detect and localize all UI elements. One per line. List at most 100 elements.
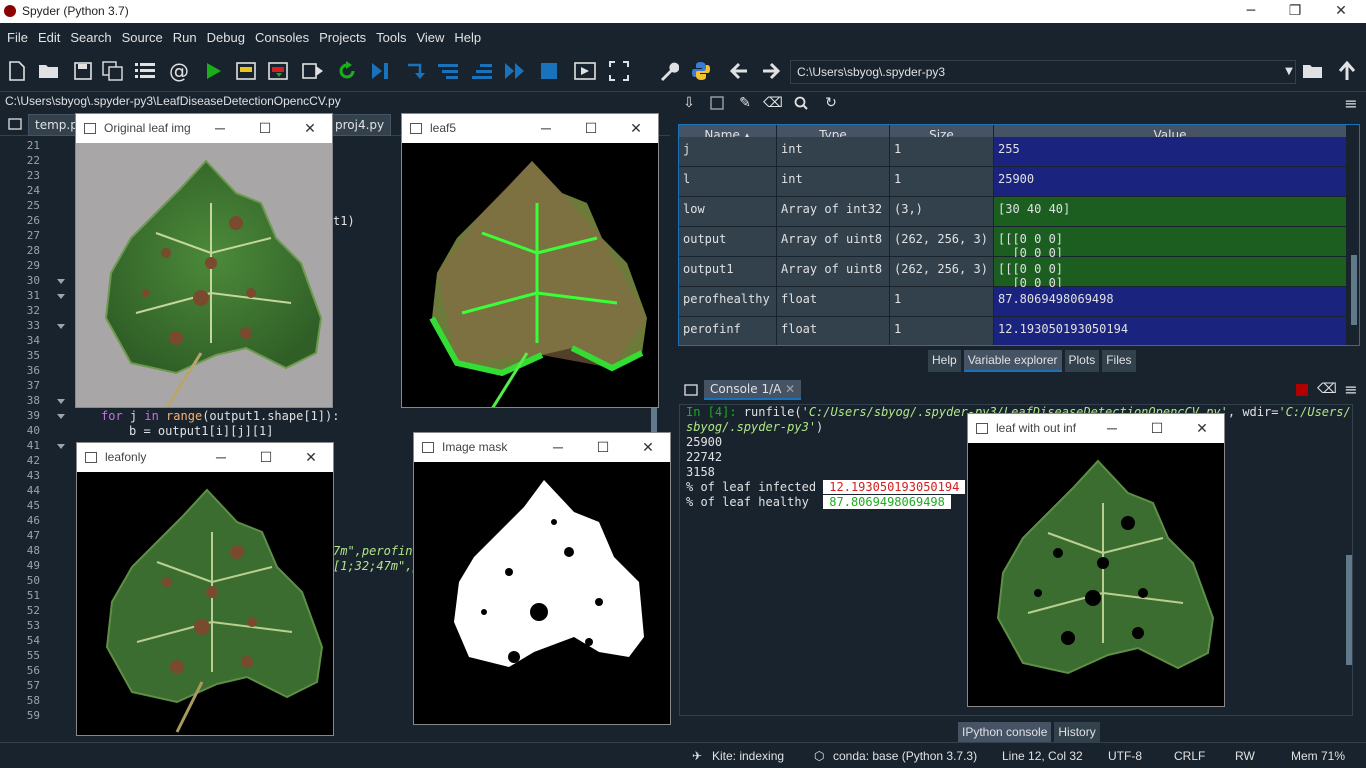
window-original-leaf[interactable]: Original leaf img ─ ☐ ✕: [75, 113, 333, 408]
tab-console-1a[interactable]: Console 1/A ✕: [704, 380, 802, 400]
fold-chevron-icon[interactable]: [57, 324, 65, 329]
save-data-icon[interactable]: [706, 92, 728, 114]
tab-ipython-console[interactable]: IPython console: [958, 722, 1052, 744]
open-file-icon[interactable]: [38, 60, 60, 82]
menu-tools[interactable]: Tools: [371, 30, 411, 45]
minimize-icon[interactable]: ─: [210, 118, 230, 138]
fold-chevron-icon[interactable]: [57, 414, 65, 419]
back-arrow-icon[interactable]: [728, 60, 750, 82]
maximize-icon[interactable]: ☐: [593, 437, 613, 457]
clear-console-icon[interactable]: ⌫: [1316, 378, 1338, 400]
continue-icon[interactable]: [504, 60, 526, 82]
browse-tabs-icon[interactable]: [134, 60, 156, 82]
tab-plots[interactable]: Plots: [1064, 350, 1100, 372]
close-icon[interactable]: ✕: [638, 437, 658, 457]
tab-history[interactable]: History: [1054, 722, 1100, 744]
save-icon[interactable]: [72, 60, 94, 82]
step-return-icon[interactable]: [472, 60, 494, 82]
import-data-icon[interactable]: ⇩: [678, 92, 700, 114]
close-icon[interactable]: ✕: [300, 118, 320, 138]
window-leaf-without-inf[interactable]: leaf with out inf ─ ☐ ✕: [967, 413, 1225, 707]
variable-row[interactable]: low Array of int32 (3,) [30 40 40]: [679, 197, 1347, 227]
variable-table-scrollbar-thumb[interactable]: [1351, 255, 1357, 325]
eraser-icon[interactable]: ⌫: [762, 92, 784, 114]
fold-chevron-icon[interactable]: [57, 444, 65, 449]
debug-icon[interactable]: [370, 60, 392, 82]
menu-source[interactable]: Source: [117, 30, 168, 45]
window-image-mask[interactable]: Image mask ─ ☐ ✕: [413, 432, 671, 725]
tab-variable-explorer[interactable]: Variable explorer: [963, 350, 1062, 372]
minimize-button[interactable]: ─: [1228, 0, 1274, 23]
variable-table-scrollbar[interactable]: [1349, 125, 1359, 345]
browse-directory-icon[interactable]: [1302, 60, 1324, 82]
run-cell-icon[interactable]: [236, 60, 258, 82]
close-icon[interactable]: ✕: [1192, 418, 1212, 438]
rerun-icon[interactable]: [336, 60, 358, 82]
minimize-icon[interactable]: ─: [536, 118, 556, 138]
menu-projects[interactable]: Projects: [314, 30, 371, 45]
maximize-pane-icon[interactable]: [574, 60, 596, 82]
window-leaf-without-inf-titlebar[interactable]: leaf with out inf ─ ☐ ✕: [968, 414, 1224, 443]
menu-search[interactable]: Search: [65, 30, 116, 45]
working-directory-combobox[interactable]: C:\Users\sbyog\.spyder-py3: [790, 60, 1296, 84]
menu-run[interactable]: Run: [168, 30, 202, 45]
save-all-icon[interactable]: [102, 60, 124, 82]
window-leafonly-titlebar[interactable]: leafonly ─ ☐ ✕: [77, 443, 333, 472]
options-menu-icon[interactable]: ≡: [1340, 92, 1362, 114]
stop-kernel-icon[interactable]: [1296, 384, 1308, 396]
menu-consoles[interactable]: Consoles: [250, 30, 314, 45]
maximize-icon[interactable]: ☐: [256, 447, 276, 467]
fullscreen-icon[interactable]: [608, 60, 630, 82]
run-selection-icon[interactable]: [302, 60, 324, 82]
window-leaf5-titlebar[interactable]: leaf5 ─ ☐ ✕: [402, 114, 658, 143]
restore-button[interactable]: ❐: [1272, 0, 1318, 23]
python-path-icon[interactable]: [690, 60, 712, 82]
browse-tabs-icon[interactable]: [680, 379, 702, 401]
variable-row[interactable]: perofinf float 1 12.193050193050194: [679, 317, 1347, 345]
tab-help[interactable]: Help: [928, 350, 961, 372]
fold-chevron-icon[interactable]: [57, 279, 65, 284]
variable-row[interactable]: output Array of uint8 (262, 256, 3) [[[0 0 …: [679, 227, 1347, 260]
browse-tabs-icon[interactable]: [4, 113, 26, 135]
step-into-icon[interactable]: [438, 60, 460, 82]
menu-view[interactable]: View: [411, 30, 449, 45]
window-leafonly[interactable]: leafonly ─ ☐ ✕: [76, 442, 334, 736]
step-icon[interactable]: [404, 60, 426, 82]
close-button[interactable]: ✕: [1318, 0, 1364, 23]
minimize-icon[interactable]: ─: [211, 447, 231, 467]
maximize-icon[interactable]: ☐: [1147, 418, 1167, 438]
forward-arrow-icon[interactable]: [760, 60, 782, 82]
search-icon[interactable]: [790, 92, 812, 114]
window-original-leaf-titlebar[interactable]: Original leaf img ─ ☐ ✕: [76, 114, 332, 143]
minimize-icon[interactable]: ─: [548, 437, 568, 457]
close-icon[interactable]: ✕: [301, 447, 321, 467]
tab-proj4-py[interactable]: proj4.py: [328, 114, 392, 136]
refresh-icon[interactable]: ↻: [820, 92, 842, 114]
menu-file[interactable]: File: [2, 30, 33, 45]
parent-directory-icon[interactable]: [1336, 60, 1358, 82]
preferences-at-icon[interactable]: @: [168, 59, 190, 83]
new-file-icon[interactable]: [6, 60, 28, 82]
variable-row[interactable]: l int 1 25900: [679, 167, 1347, 197]
variable-row[interactable]: output1 Array of uint8 (262, 256, 3) [[[0 0…: [679, 257, 1347, 290]
console-scrollbar-thumb[interactable]: [1346, 555, 1352, 665]
console-scrollbar[interactable]: [1344, 405, 1354, 717]
run-icon[interactable]: [202, 60, 224, 82]
maximize-icon[interactable]: ☐: [255, 118, 275, 138]
tab-files[interactable]: Files: [1102, 350, 1136, 372]
variable-row[interactable]: j int 1 255: [679, 137, 1347, 167]
wrench-icon[interactable]: [658, 60, 680, 82]
close-icon[interactable]: ✕: [626, 118, 646, 138]
window-image-mask-titlebar[interactable]: Image mask ─ ☐ ✕: [414, 433, 670, 462]
menu-edit[interactable]: Edit: [33, 30, 65, 45]
menu-debug[interactable]: Debug: [202, 30, 250, 45]
run-cell-advance-icon[interactable]: [268, 60, 290, 82]
options-menu-icon[interactable]: ≡: [1340, 378, 1362, 400]
maximize-icon[interactable]: ☐: [581, 118, 601, 138]
stop-debug-icon[interactable]: [538, 60, 560, 82]
fold-chevron-icon[interactable]: [57, 294, 65, 299]
minimize-icon[interactable]: ─: [1102, 418, 1122, 438]
fold-chevron-icon[interactable]: [57, 399, 65, 404]
window-leaf5[interactable]: leaf5 ─ ☐ ✕: [401, 113, 659, 408]
chevron-down-icon[interactable]: ▼: [1278, 60, 1300, 82]
